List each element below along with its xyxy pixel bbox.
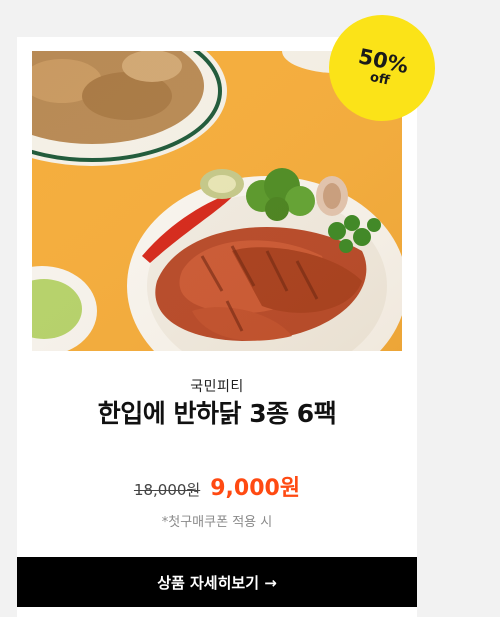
original-price: 18,000원: [133, 481, 201, 499]
product-title[interactable]: 한입에 반하닭 3종 6팩: [17, 394, 417, 430]
sale-price: 9,000원: [210, 476, 301, 501]
view-details-button[interactable]: 상품 자세히보기 →: [17, 557, 417, 607]
coupon-note: *첫구매쿠폰 적용 시: [161, 515, 273, 530]
discount-off-label: off: [368, 69, 391, 89]
price-row: 18,000원 9,000원: [17, 470, 417, 502]
brand-name: 국민피티: [190, 379, 244, 395]
view-details-label: 상품 자세히보기 →: [157, 573, 277, 592]
